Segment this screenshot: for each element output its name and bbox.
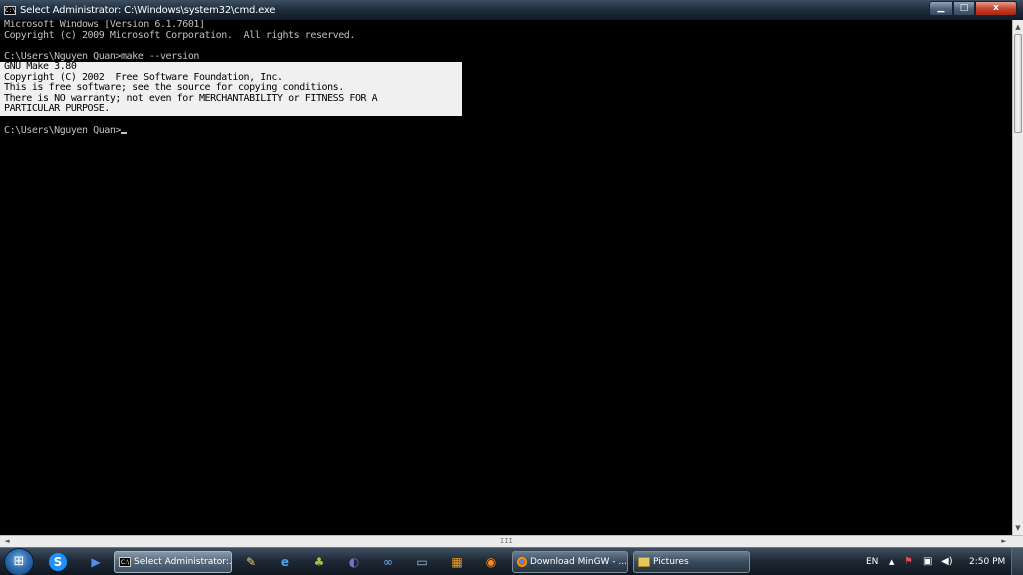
clock[interactable]: 2:50 PM — [969, 548, 1005, 575]
show-desktop-button[interactable] — [1011, 548, 1023, 575]
console-line: Copyright (c) 2009 Microsoft Corporation… — [4, 29, 355, 41]
scroll-right-button[interactable]: ► — [997, 536, 1011, 547]
scroll-left-button[interactable]: ◄ — [0, 536, 14, 547]
windows-flag-icon[interactable]: ▦ — [446, 552, 468, 572]
selected-line: PARTICULAR PURPOSE. — [4, 103, 110, 114]
ie-icon[interactable]: e — [274, 552, 296, 572]
firefox-icon[interactable]: ◉ — [480, 552, 502, 572]
screen-icon[interactable]: ▭ — [411, 552, 433, 572]
eclipse-icon[interactable]: ◐ — [343, 552, 365, 572]
vertical-scroll-thumb[interactable] — [1014, 34, 1022, 133]
pear-icon[interactable]: ♣ — [308, 552, 330, 572]
media-player-icon[interactable]: ▶ — [85, 552, 107, 572]
prompt: C:\Users\Nguyen Quan> — [4, 125, 121, 136]
cmd-icon[interactable]: C:\ — [4, 5, 16, 15]
vertical-scrollbar[interactable]: ▲ ▼ — [1012, 20, 1023, 535]
taskbar: ⊞ S ▶ C:\ Select Administrator:... ✎ e ♣… — [0, 547, 1023, 575]
infinity-icon[interactable]: ∞ — [377, 552, 399, 572]
title-bar[interactable]: C:\ Select Administrator: C:\Windows\sys… — [0, 0, 1023, 20]
taskbar-item-label: Pictures — [653, 557, 689, 567]
taskbar-item-label: Select Administrator:... — [134, 557, 232, 567]
window-controls: ▁ □ x — [929, 1, 1017, 16]
scroll-grip-icon: III — [500, 537, 513, 545]
show-hidden-icons-button[interactable]: ▲ — [889, 548, 894, 575]
volume-icon[interactable]: ◀) — [941, 548, 953, 575]
scroll-down-button[interactable]: ▼ — [1013, 521, 1023, 535]
start-button[interactable]: ⊞ — [4, 548, 34, 575]
windows-logo-icon: ⊞ — [13, 554, 25, 569]
maximize-button[interactable]: □ — [953, 1, 975, 16]
console-output[interactable]: Microsoft Windows [Version 6.1.7601] Cop… — [0, 20, 1012, 535]
language-indicator[interactable]: EN — [866, 548, 878, 575]
text-cursor — [120, 132, 127, 134]
taskbar-item-cmd[interactable]: C:\ Select Administrator:... — [114, 551, 232, 573]
notepad-icon[interactable]: ✎ — [240, 552, 262, 572]
selected-line: GNU Make 3.80 — [4, 61, 77, 72]
cmd-icon: C:\ — [119, 557, 131, 567]
chrome-icon — [517, 557, 527, 567]
minimize-button[interactable]: ▁ — [929, 1, 953, 16]
taskbar-item-label: Download MinGW - ... — [530, 557, 627, 567]
taskbar-item-chrome[interactable]: Download MinGW - ... — [512, 551, 628, 573]
prompt-line[interactable]: C:\Users\Nguyen Quan> — [4, 125, 1012, 137]
console-line: C:\Users\Nguyen Quan>make --version — [4, 50, 199, 62]
action-center-icon[interactable]: ⚑ — [904, 548, 913, 575]
text-selection[interactable]: GNU Make 3.80 Copyright (C) 2002 Free So… — [0, 61, 462, 116]
scroll-up-button[interactable]: ▲ — [1013, 20, 1023, 34]
skype-icon[interactable]: S — [49, 553, 67, 571]
taskbar-item-pictures[interactable]: Pictures — [633, 551, 750, 573]
folder-icon — [638, 557, 650, 567]
close-button[interactable]: x — [975, 1, 1017, 16]
horizontal-scrollbar[interactable]: ◄ III ► — [0, 535, 1023, 547]
network-icon[interactable]: ▣ — [923, 548, 932, 575]
console-line: Microsoft Windows [Version 6.1.7601] — [4, 20, 205, 30]
window-title: Select Administrator: C:\Windows\system3… — [20, 4, 276, 16]
selected-line: This is free software; see the source fo… — [4, 82, 344, 93]
